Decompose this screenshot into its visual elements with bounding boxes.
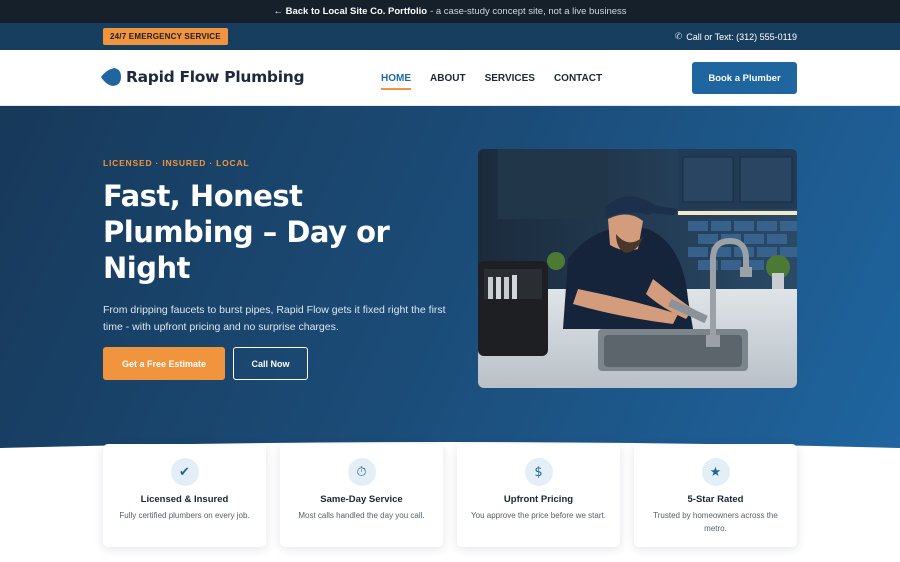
- nav-about[interactable]: ABOUT: [430, 69, 466, 88]
- feature-title: 5-Star Rated: [687, 494, 744, 505]
- feature-card-pricing: $ Upfront Pricing You approve the price …: [457, 444, 620, 547]
- phone-text: Call or Text: (312) 555-0119: [686, 31, 797, 42]
- feature-cards: ✔ Licensed & Insured Fully certified plu…: [103, 444, 797, 547]
- portfolio-disclaimer: - a case-study concept site, not a live …: [430, 6, 627, 17]
- call-now-button[interactable]: Call Now: [233, 347, 308, 380]
- free-estimate-button[interactable]: Get a Free Estimate: [103, 347, 225, 380]
- stopwatch-icon: ⏱: [347, 458, 376, 486]
- nav-home[interactable]: HOME: [381, 69, 411, 90]
- hero-title: Fast, Honest Plumbing – Day or Night: [103, 179, 390, 285]
- phone-icon: ✆: [674, 31, 683, 41]
- feature-title: Same-Day Service: [320, 494, 403, 505]
- feature-desc: Trusted by homeowners across the metro.: [653, 511, 778, 533]
- book-plumber-button[interactable]: Book a Plumber: [692, 62, 797, 94]
- primary-nav: HOME ABOUT SERVICES CONTACT: [381, 50, 621, 106]
- nav-contact[interactable]: CONTACT: [554, 69, 602, 88]
- checkmark-icon: ✔: [170, 458, 199, 486]
- feature-desc: Fully certified plumbers on every job.: [119, 511, 250, 520]
- emergency-badge: 24/7 EMERGENCY SERVICE: [103, 28, 228, 45]
- hero-subtitle: From dripping faucets to burst pipes, Ra…: [103, 304, 446, 333]
- main-header: Rapid Flow Plumbing HOME ABOUT SERVICES …: [0, 50, 900, 106]
- feature-card-licensed: ✔ Licensed & Insured Fully certified plu…: [103, 444, 266, 547]
- utility-bar: 24/7 EMERGENCY SERVICE ✆ Call or Text: (…: [0, 23, 900, 50]
- phone-contact[interactable]: ✆ Call or Text: (312) 555-0119: [675, 23, 797, 50]
- star-icon: ★: [701, 458, 730, 486]
- nav-services[interactable]: SERVICES: [485, 69, 535, 88]
- back-to-portfolio-link[interactable]: ← Back to Local Site Co. Portfolio: [273, 6, 427, 17]
- feature-title: Licensed & Insured: [140, 494, 229, 505]
- hero-photo-plumber: [478, 149, 797, 388]
- dollar-icon: $: [524, 458, 553, 486]
- water-drop-icon: [101, 68, 121, 86]
- feature-desc: You approve the price before we start.: [471, 511, 606, 520]
- hero-eyebrow: LICENSED · INSURED · LOCAL: [103, 158, 250, 168]
- hero-section: LICENSED · INSURED · LOCAL Fast, Honest …: [0, 106, 900, 451]
- site-logo[interactable]: Rapid Flow Plumbing: [100, 67, 305, 87]
- logo-text: Rapid Flow Plumbing: [126, 68, 305, 86]
- portfolio-banner: ← Back to Local Site Co. Portfolio - a c…: [0, 0, 900, 23]
- feature-desc: Most calls handled the day you call.: [298, 511, 425, 520]
- feature-card-same-day: ⏱ Same-Day Service Most calls handled th…: [280, 444, 443, 547]
- feature-card-rated: ★ 5-Star Rated Trusted by homeowners acr…: [634, 444, 797, 547]
- feature-title: Upfront Pricing: [503, 494, 574, 505]
